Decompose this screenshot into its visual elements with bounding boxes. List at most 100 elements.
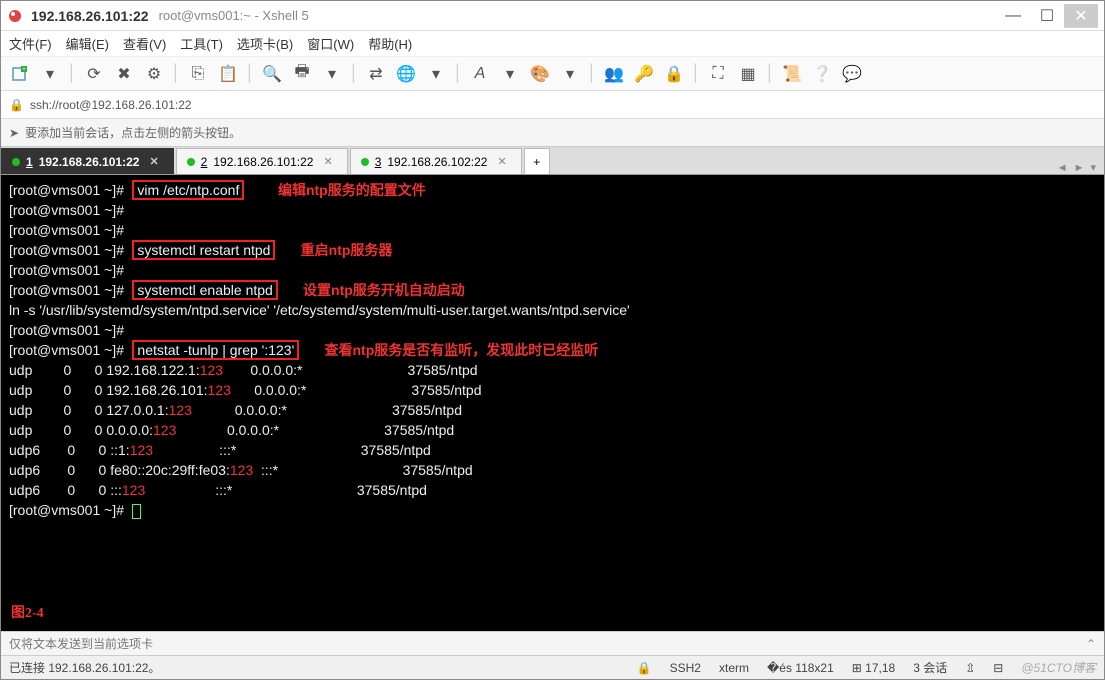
close-button[interactable]: ✕	[1064, 4, 1098, 28]
fontdd-icon[interactable]: ▾	[497, 61, 523, 87]
users-icon[interactable]: 👥	[601, 61, 627, 87]
reconnect-icon[interactable]: ⟳	[81, 61, 107, 87]
status-caps-icon: ⇫	[965, 661, 975, 675]
status-cursor: 17,18	[865, 661, 895, 675]
netstat-row: udp6 0 0 :::123 :::* 37585/ntpd	[9, 482, 427, 498]
hint-arrow-icon[interactable]: ➤	[9, 126, 19, 140]
separator: │	[453, 61, 463, 87]
font-icon[interactable]: A	[467, 61, 493, 87]
send-dropdown-icon[interactable]: ⌃	[1086, 637, 1096, 651]
transfer-icon[interactable]: ⇄	[363, 61, 389, 87]
globedd-icon[interactable]: ▾	[423, 61, 449, 87]
find-icon[interactable]: 🔍	[259, 61, 285, 87]
tab-index: 3	[375, 155, 382, 169]
globe-icon[interactable]: 🌐	[393, 61, 419, 87]
menu-tools[interactable]: 工具(T)	[180, 34, 223, 53]
disconnect-icon[interactable]: ✖	[111, 61, 137, 87]
status-sessions: 3 会话	[913, 659, 947, 676]
status-connection: 已连接 192.168.26.101:22。	[9, 659, 160, 676]
address-url[interactable]: ssh://root@192.168.26.101:22	[30, 98, 192, 112]
tab-label: 192.168.26.102:22	[387, 155, 487, 169]
hint-bar: ➤ 要添加当前会话，点击左侧的箭头按钮。	[1, 119, 1104, 147]
open-icon[interactable]: ▾	[37, 61, 63, 87]
menu-window[interactable]: 窗口(W)	[307, 34, 354, 53]
window-title-main: 192.168.26.101:22	[31, 8, 149, 24]
tab-close-icon[interactable]: ✕	[149, 155, 158, 168]
menu-help[interactable]: 帮助(H)	[368, 34, 412, 53]
tab-close-icon[interactable]: ✕	[497, 155, 506, 168]
fullscreen-icon[interactable]: ⛶	[705, 61, 731, 87]
menu-tabs[interactable]: 选项卡(B)	[237, 34, 293, 53]
netstat-row: udp 0 0 0.0.0.0:123 0.0.0.0:* 37585/ntpd	[9, 422, 454, 438]
tabs-next-icon[interactable]: ►	[1074, 162, 1085, 174]
paste-icon[interactable]: 📋	[215, 61, 241, 87]
status-num-icon: ⊟	[993, 661, 1003, 675]
chat-icon[interactable]: 💬	[839, 61, 865, 87]
grid-icon[interactable]: ▦	[735, 61, 761, 87]
terminal-cursor	[132, 504, 141, 519]
figure-label: 图2-4	[11, 605, 44, 623]
tab-session-2[interactable]: 2 192.168.26.101:22 ✕	[176, 148, 348, 174]
separator: │	[245, 61, 255, 87]
netstat-row: udp 0 0 192.168.26.101:123 0.0.0.0:* 375…	[9, 382, 482, 398]
status-dot-icon	[187, 158, 195, 166]
tab-label: 192.168.26.101:22	[213, 155, 313, 169]
status-dot-icon	[12, 158, 20, 166]
new-session-icon[interactable]: +	[7, 61, 33, 87]
menu-file[interactable]: 文件(F)	[9, 34, 52, 53]
tab-index: 2	[201, 155, 208, 169]
toolbar: + ▾ │ ⟳ ✖ ⚙ │ ⎘ 📋 │ 🔍 🖶 ▾ │ ⇄ 🌐 ▾ │ A ▾ …	[1, 57, 1104, 91]
menu-edit[interactable]: 编辑(E)	[66, 34, 109, 53]
minimize-button[interactable]: —	[996, 4, 1030, 28]
status-dot-icon	[361, 158, 369, 166]
separator: │	[587, 61, 597, 87]
hint-text: 要添加当前会话，点击左侧的箭头按钮。	[25, 124, 241, 141]
send-bar[interactable]: 仅将文本发送到当前选项卡 ⌃	[1, 631, 1104, 655]
color-icon[interactable]: 🎨	[527, 61, 553, 87]
lock-icon[interactable]: 🔒	[661, 61, 687, 87]
colordd-icon[interactable]: ▾	[557, 61, 583, 87]
separator: │	[171, 61, 181, 87]
key-icon[interactable]: 🔑	[631, 61, 657, 87]
separator: │	[349, 61, 359, 87]
menu-view[interactable]: 查看(V)	[123, 34, 166, 53]
send-mode-text: 仅将文本发送到当前选项卡	[9, 635, 153, 652]
tab-label: 192.168.26.101:22	[39, 155, 140, 169]
lock-small-icon: 🔒	[9, 98, 24, 112]
tabs-nav: ◄ ► ▾	[1057, 161, 1104, 174]
tabs-prev-icon[interactable]: ◄	[1057, 162, 1068, 174]
watermark: @51CTO博客	[1021, 659, 1096, 676]
tab-close-icon[interactable]: ✕	[323, 155, 332, 168]
tab-session-1[interactable]: 1 192.168.26.101:22 ✕	[1, 148, 174, 174]
window-title-sub: root@vms001:~ - Xshell 5	[159, 8, 309, 23]
svg-text:+: +	[22, 67, 26, 73]
netstat-row: udp 0 0 192.168.122.1:123 0.0.0.0:* 3758…	[9, 362, 478, 378]
status-bar: 已连接 192.168.26.101:22。 🔒 SSH2 xterm �és …	[1, 655, 1104, 679]
netstat-row: udp6 0 0 fe80::20c:29ff:fe03:123 :::* 37…	[9, 462, 473, 478]
status-size: 118x21	[795, 661, 833, 675]
status-lock-icon: 🔒	[637, 661, 652, 675]
printdd-icon[interactable]: ▾	[319, 61, 345, 87]
session-tabs: 1 192.168.26.101:22 ✕ 2 192.168.26.101:2…	[1, 147, 1104, 175]
print-icon[interactable]: 🖶	[289, 61, 315, 87]
tab-session-3[interactable]: 3 192.168.26.102:22 ✕	[350, 148, 522, 174]
separator: │	[765, 61, 775, 87]
tabs-menu-icon[interactable]: ▾	[1090, 161, 1096, 174]
help-icon[interactable]: ❔	[809, 61, 835, 87]
app-icon	[7, 8, 23, 24]
tab-new-button[interactable]: +	[524, 148, 550, 174]
title-bar: 192.168.26.101:22 root@vms001:~ - Xshell…	[1, 1, 1104, 31]
script-icon[interactable]: 📜	[779, 61, 805, 87]
terminal-output[interactable]: [root@vms001 ~]# vim /etc/ntp.conf 编辑ntp…	[1, 175, 1104, 631]
status-protocol: SSH2	[670, 661, 701, 675]
maximize-button[interactable]: ☐	[1030, 4, 1064, 28]
separator: │	[691, 61, 701, 87]
address-bar: 🔒 ssh://root@192.168.26.101:22	[1, 91, 1104, 119]
netstat-row: udp6 0 0 ::1:123 :::* 37585/ntpd	[9, 442, 431, 458]
separator: │	[67, 61, 77, 87]
copy-icon[interactable]: ⎘	[185, 61, 211, 87]
netstat-row: udp 0 0 127.0.0.1:123 0.0.0.0:* 37585/nt…	[9, 402, 462, 418]
tab-index: 1	[26, 155, 33, 169]
properties-icon[interactable]: ⚙	[141, 61, 167, 87]
status-term: xterm	[719, 661, 749, 675]
